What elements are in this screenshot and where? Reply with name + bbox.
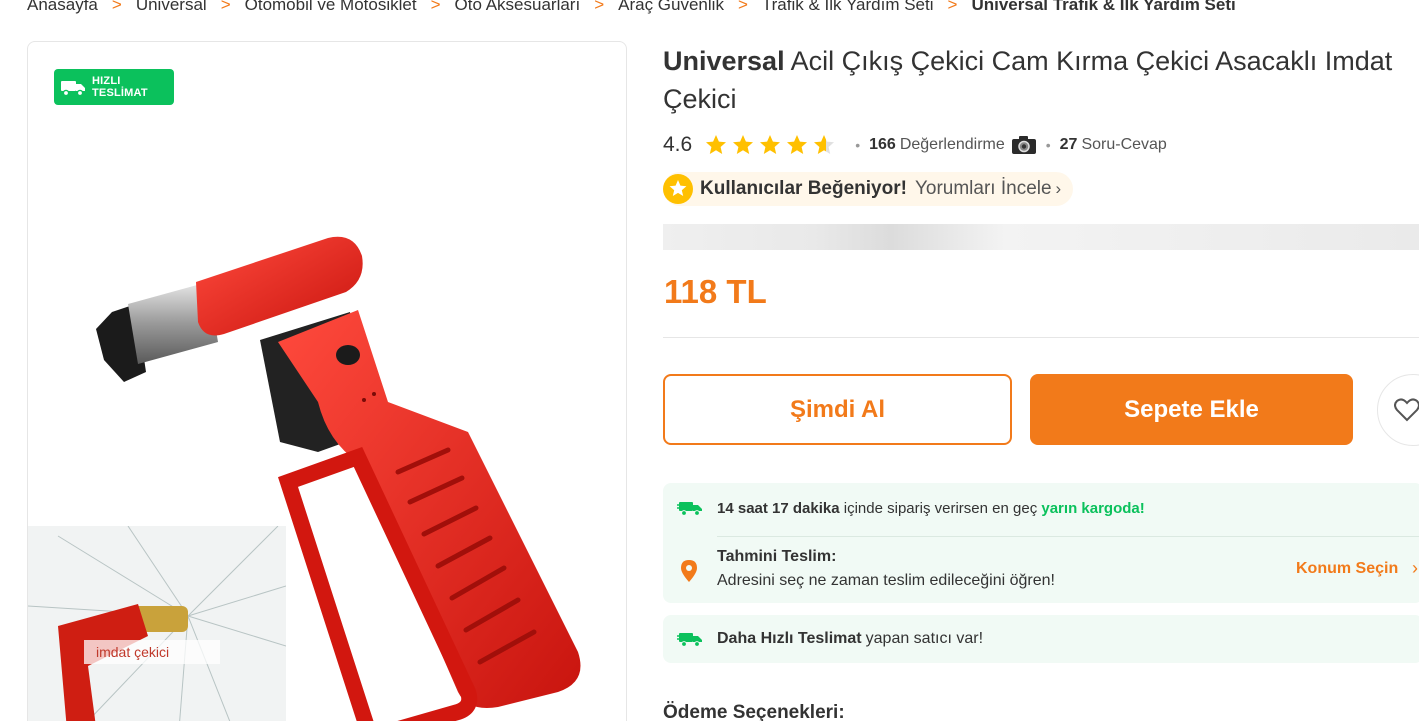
shipping-highlight: yarın kargoda! — [1041, 499, 1145, 517]
product-image-gallery[interactable]: HIZLI TESLİMAT imdat çekici — [27, 41, 627, 721]
review-count: 166 — [869, 136, 896, 153]
qa-count: 27 — [1059, 136, 1078, 153]
separator-dot: • — [855, 137, 861, 153]
broken-glass-image — [28, 526, 286, 721]
divider — [717, 536, 1419, 537]
users-like-banner[interactable]: Kullanıcılar Beğeniyor! Yorumları İncele… — [663, 172, 1074, 206]
camera-icon — [1011, 136, 1036, 154]
chevron-right-icon: › — [1055, 179, 1062, 198]
chevron-right-icon: > — [111, 0, 122, 14]
star-icon — [706, 135, 727, 154]
breadcrumb-item-home[interactable]: Anasayfa — [27, 0, 98, 15]
divider — [663, 337, 1419, 338]
half-star-icon — [814, 135, 835, 154]
breadcrumb-item-subcategory[interactable]: Oto Aksesuarları — [455, 0, 581, 15]
thumbnail-caption: imdat çekici — [84, 640, 220, 664]
badge-line-2: TESLİMAT — [92, 87, 148, 99]
chevron-right-icon: > — [220, 0, 231, 14]
truck-icon — [677, 502, 702, 516]
see-reviews-link[interactable]: Yorumları İncele — [915, 178, 1052, 200]
review-label: Değerlendirme — [899, 136, 1005, 153]
users-like-text: Kullanıcılar Beğeniyor! — [700, 178, 907, 199]
chevron-right-icon: > — [430, 0, 441, 14]
estimated-delivery-title: Tahmini Teslim: — [717, 548, 837, 565]
heart-icon — [1394, 398, 1419, 422]
chevron-right-icon: > — [737, 0, 748, 14]
faster-delivery-banner[interactable]: Daha Hızlı Teslimat yapan satıcı var! — [663, 615, 1419, 663]
breadcrumb-item-vehicle-safety[interactable]: Araç Güvenlik — [618, 0, 724, 15]
shipping-time-remaining: 14 saat 17 dakika — [717, 499, 840, 517]
breadcrumb-item-first-aid[interactable]: Trafik & İlk Yardım Seti — [762, 0, 934, 15]
payment-options-title: Ödeme Seçenekleri: — [663, 702, 845, 721]
select-location-link[interactable]: Konum Seçin — [1296, 560, 1398, 578]
product-price: 118 TL — [664, 273, 767, 310]
fast-delivery-label: HIZLI TESLİMAT — [92, 75, 148, 99]
rating-summary: 4.6 • 166 Değerlendirme • 27 Soru-Cevap — [663, 130, 1167, 160]
qa-link[interactable]: 27 Soru-Cevap — [1060, 136, 1167, 154]
location-pin-icon — [681, 560, 697, 582]
faster-delivery-bold: Daha Hızlı Teslimat — [717, 630, 862, 647]
star-icon — [733, 135, 754, 154]
add-to-cart-button[interactable]: Sepete Ekle — [1030, 374, 1353, 445]
rating-stars[interactable] — [704, 133, 836, 157]
breadcrumb: Anasayfa > Universal > Otomobil ve Motos… — [27, 0, 1236, 18]
badge-line-1: HIZLI — [92, 75, 121, 87]
breadcrumb-item-current[interactable]: Universal Trafik & İlk Yardım Seti — [971, 0, 1235, 15]
favorite-button[interactable] — [1377, 374, 1419, 446]
faster-delivery-rest: yapan satıcı var! — [865, 630, 984, 647]
product-brand[interactable]: Universal — [663, 46, 785, 76]
star-icon — [787, 135, 808, 154]
chevron-right-icon[interactable]: › — [1412, 558, 1418, 579]
truck-icon — [677, 633, 702, 647]
product-thumbnail[interactable]: imdat çekici — [28, 526, 286, 721]
star-icon — [760, 135, 781, 154]
shipping-info-box: 14 saat 17 dakika içinde sipariş verirse… — [663, 483, 1419, 603]
qa-label: Soru-Cevap — [1081, 136, 1167, 153]
fast-delivery-badge: HIZLI TESLİMAT — [54, 69, 174, 105]
shipping-deadline: 14 saat 17 dakika içinde sipariş verirse… — [677, 497, 1145, 519]
chevron-right-icon: > — [947, 0, 958, 14]
shipping-middle-text: içinde sipariş verirsen en geç — [843, 499, 1038, 517]
star-badge-icon — [663, 174, 693, 204]
breadcrumb-item-brand[interactable]: Universal — [136, 0, 207, 15]
breadcrumb-item-category[interactable]: Otomobil ve Motosiklet — [245, 0, 417, 15]
loading-skeleton — [663, 224, 1419, 250]
chevron-right-icon: > — [594, 0, 605, 14]
reviews-link[interactable]: 166 Değerlendirme — [869, 136, 1005, 154]
rating-value: 4.6 — [663, 133, 693, 156]
separator-dot: • — [1045, 137, 1051, 153]
product-title: Universal Acil Çıkış Çekici Cam Kırma Çe… — [663, 42, 1408, 118]
truck-icon — [61, 81, 85, 97]
buy-now-button[interactable]: Şimdi Al — [663, 374, 1012, 445]
estimated-delivery-description: Adresini seç ne zaman teslim edileceğini… — [717, 572, 1055, 589]
